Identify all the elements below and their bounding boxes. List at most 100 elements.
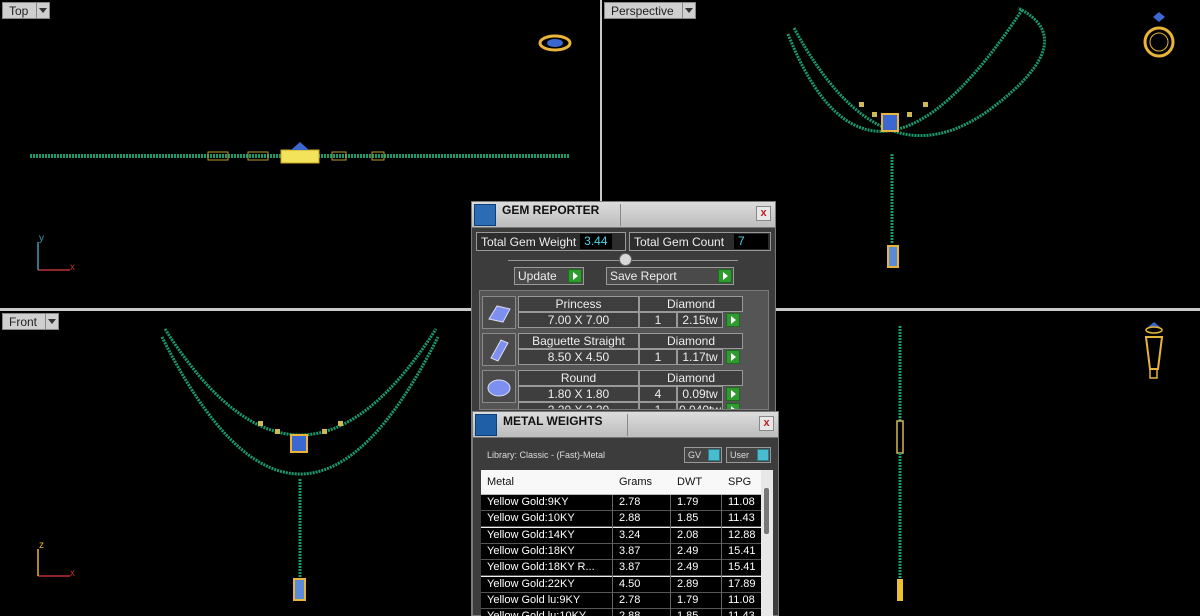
gem-shape: Baguette Straight bbox=[518, 333, 639, 349]
gem-shape: Princess bbox=[518, 296, 639, 312]
gem-reporter-slider-knob[interactable] bbox=[619, 253, 632, 266]
column-separator bbox=[670, 495, 671, 616]
table-row[interactable]: Yellow Gold:18KY R... 3.87 2.49 15.41 bbox=[481, 560, 761, 577]
gem-reporter-titlebar[interactable]: GEM REPORTER x bbox=[472, 202, 775, 228]
col-header-spg[interactable]: SPG bbox=[728, 476, 751, 488]
viewport-perspective-label-text: Perspective bbox=[604, 2, 682, 19]
dwt-cell: 2.08 bbox=[677, 528, 699, 541]
metal-name-cell: Yellow Gold:18KY R... bbox=[487, 561, 595, 574]
viewport-perspective-label[interactable]: Perspective bbox=[604, 2, 696, 19]
baguette-gem-icon bbox=[482, 333, 516, 366]
metal-weights-table[interactable]: Metal Grams DWT SPG Yellow Gold:9KY 2.78 1… bbox=[481, 470, 773, 616]
dwt-cell: 2.49 bbox=[677, 544, 699, 557]
save-report-button[interactable]: Save Report bbox=[606, 267, 734, 285]
viewport-front-label[interactable]: Front bbox=[2, 313, 60, 330]
table-row[interactable]: Yellow Gold:9KY 2.78 1.79 11.08 bbox=[481, 495, 761, 511]
col-header-dwt[interactable]: DWT bbox=[677, 476, 702, 488]
total-gem-weight-label: Total Gem Weight bbox=[481, 234, 577, 249]
save-report-button-label: Save Report bbox=[610, 269, 677, 283]
total-gem-count-label: Total Gem Count bbox=[634, 234, 725, 249]
gem-row-baguette[interactable]: Baguette Straight 8.50 X 4.50 Diamond 1 … bbox=[482, 333, 752, 366]
gem-count: 1 bbox=[639, 402, 677, 409]
gem-row-princess[interactable]: Princess 7.00 X 7.00 Diamond 1 2.15tw bbox=[482, 296, 752, 329]
gem-count: 1 bbox=[639, 349, 677, 365]
update-button-label: Update bbox=[518, 269, 557, 283]
gem-size: 1.80 X 1.80 bbox=[518, 386, 639, 402]
viewport-top-label-text: Top bbox=[2, 2, 37, 19]
metal-table-scrollbar[interactable] bbox=[761, 470, 773, 616]
grams-cell: 2.78 bbox=[619, 496, 641, 508]
table-row[interactable]: Yellow Gold lu:10KY2.881.8511.43 bbox=[481, 609, 761, 616]
gem-weight: 0.09tw bbox=[677, 386, 723, 402]
dwt-cell: 2.89 bbox=[677, 577, 699, 590]
gv-toggle-indicator bbox=[708, 449, 720, 461]
col-header-metal[interactable]: Metal bbox=[487, 476, 514, 488]
metal-weights-titlebar[interactable]: METAL WEIGHTS x bbox=[473, 412, 778, 438]
title-separator bbox=[620, 204, 621, 226]
metal-table-scroll-thumb[interactable] bbox=[764, 488, 769, 534]
viewport-perspective-dropdown-icon[interactable] bbox=[681, 2, 696, 19]
table-row[interactable]: Yellow Gold:14KY 3.24 2.08 12.88 bbox=[481, 527, 761, 544]
viewport-front-dropdown-icon[interactable] bbox=[45, 313, 60, 330]
metal-name-cell: Yellow Gold:18KY bbox=[487, 544, 575, 557]
gem-size: 2.20 X 2.20 bbox=[518, 402, 639, 409]
axis-y-label: y bbox=[39, 233, 44, 244]
user-toggle-indicator bbox=[757, 449, 769, 461]
metal-weights-title: METAL WEIGHTS bbox=[503, 414, 603, 428]
metal-weights-close-button[interactable]: x bbox=[759, 416, 774, 431]
gem-reporter-close-button[interactable]: x bbox=[756, 206, 771, 221]
gv-toggle[interactable]: GV bbox=[684, 447, 722, 463]
gem-list[interactable]: Princess 7.00 X 7.00 Diamond 1 2.15tw Ba… bbox=[479, 290, 769, 410]
title-separator bbox=[627, 414, 628, 436]
gem-size: 8.50 X 4.50 bbox=[518, 349, 639, 365]
axis-z-label: z bbox=[39, 540, 44, 551]
grams-cell: 3.87 bbox=[619, 561, 641, 574]
dwt-cell: 1.79 bbox=[677, 593, 699, 606]
metal-name-cell: Yellow Gold:22KY bbox=[487, 577, 575, 590]
gem-row-round[interactable]: Round 1.80 X 1.80 Diamond 4 0.09tw 2.20 … bbox=[482, 370, 752, 409]
col-header-grams[interactable]: Grams bbox=[619, 476, 652, 488]
gem-select-arrow-icon[interactable] bbox=[726, 350, 740, 364]
table-row[interactable]: Yellow Gold:22KY 4.50 2.89 17.89 bbox=[481, 576, 761, 593]
grams-cell: 2.78 bbox=[619, 593, 641, 606]
metal-library-label: Library: Classic - (Fast)-Metal bbox=[487, 450, 606, 460]
user-toggle-label: User bbox=[730, 450, 750, 460]
metal-table-header: Metal Grams DWT SPG bbox=[481, 470, 773, 495]
gem-weight: 2.15tw bbox=[677, 312, 723, 328]
gem-select-arrow-icon[interactable] bbox=[726, 403, 740, 409]
grams-cell: 2.88 bbox=[619, 610, 669, 616]
cad-workspace: Top y x Perspective Front z x GEM REPORT… bbox=[0, 0, 1200, 616]
metal-name-cell: Yellow Gold lu:9KY bbox=[487, 593, 581, 606]
total-gem-count: Total Gem Count 7 bbox=[629, 232, 771, 251]
viewport-top-dropdown-icon[interactable] bbox=[36, 2, 51, 19]
gem-weight: 1.17tw bbox=[677, 349, 723, 365]
viewport-top-label[interactable]: Top bbox=[2, 2, 51, 19]
user-toggle[interactable]: User bbox=[726, 447, 771, 463]
gem-select-arrow-icon[interactable] bbox=[726, 387, 740, 401]
table-row[interactable]: Yellow Gold:10KY 2.88 1.85 11.43 bbox=[481, 511, 761, 528]
metal-name-cell: Yellow Gold lu:10KY bbox=[487, 610, 611, 616]
princess-gem-icon bbox=[482, 296, 516, 329]
metal-weights-icon bbox=[475, 414, 497, 436]
dwt-cell: 2.49 bbox=[677, 561, 699, 574]
total-gem-weight-value: 3.44 bbox=[580, 234, 612, 249]
grams-cell: 3.24 bbox=[619, 528, 641, 541]
table-row[interactable]: Yellow Gold lu:9KY 2.78 1.79 11.08 bbox=[481, 592, 761, 609]
table-row[interactable]: Yellow Gold:18KY 3.87 2.49 15.41 bbox=[481, 543, 761, 560]
dwt-cell: 1.79 bbox=[677, 496, 699, 508]
gem-size: 7.00 X 7.00 bbox=[518, 312, 639, 328]
gem-select-arrow-icon[interactable] bbox=[726, 313, 740, 327]
grams-cell: 3.87 bbox=[619, 544, 641, 557]
dwt-cell: 1.85 bbox=[677, 512, 699, 525]
gem-material: Diamond bbox=[639, 370, 743, 386]
update-arrow-icon bbox=[568, 269, 582, 283]
gem-reporter-title: GEM REPORTER bbox=[502, 203, 600, 217]
gem-count: 4 bbox=[639, 386, 677, 402]
axis-x-label: x bbox=[70, 262, 75, 273]
update-button[interactable]: Update bbox=[514, 267, 584, 285]
total-gem-weight: Total Gem Weight 3.44 bbox=[476, 232, 626, 251]
viewport-front-label-text: Front bbox=[2, 313, 46, 330]
total-gem-count-value: 7 bbox=[734, 234, 768, 249]
gem-shape: Round bbox=[518, 370, 639, 386]
metal-name-cell: Yellow Gold:14KY bbox=[487, 528, 575, 541]
